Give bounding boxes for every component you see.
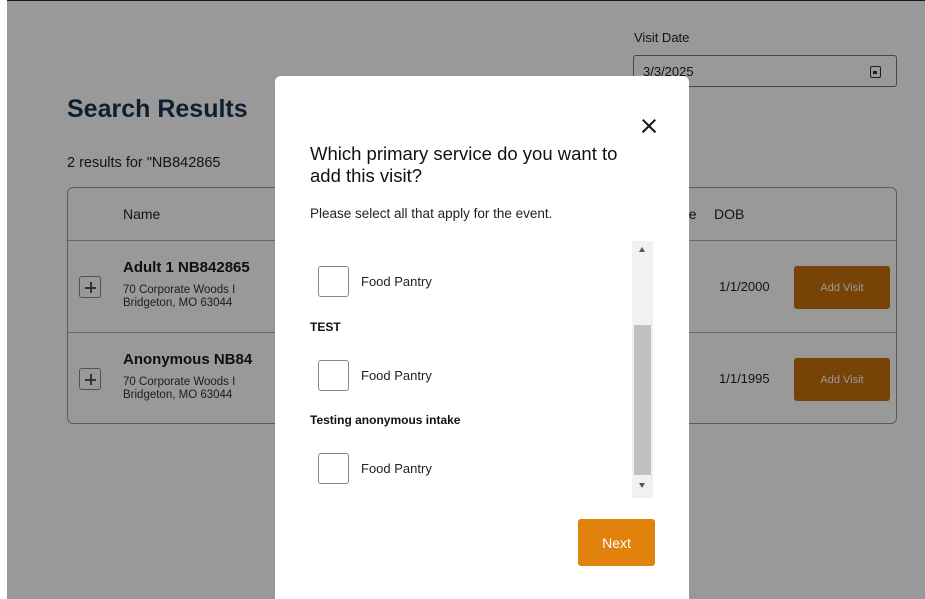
service-option-label: Food Pantry [361,368,432,383]
service-group-label: Testing anonymous intake [310,413,461,427]
service-checkbox[interactable] [318,453,349,484]
scrollbar-thumb[interactable] [634,325,651,475]
scroll-up-arrow-icon[interactable] [639,247,645,252]
scrollbar[interactable] [632,241,653,498]
service-options-list: Food Pantry TEST Food Pantry Testing ano… [305,236,655,496]
close-icon[interactable] [637,114,661,138]
service-option-label: Food Pantry [361,461,432,476]
service-select-modal: Which primary service do you want to add… [275,76,689,599]
service-option-label: Food Pantry [361,274,432,289]
modal-subtitle: Please select all that apply for the eve… [310,206,553,221]
window-left-edge [0,0,7,599]
scroll-down-arrow-icon[interactable] [639,483,645,488]
service-checkbox[interactable] [318,266,349,297]
service-group-label: TEST [310,320,341,334]
modal-title: Which primary service do you want to add… [310,143,618,186]
next-button[interactable]: Next [578,519,655,566]
service-checkbox[interactable] [318,360,349,391]
